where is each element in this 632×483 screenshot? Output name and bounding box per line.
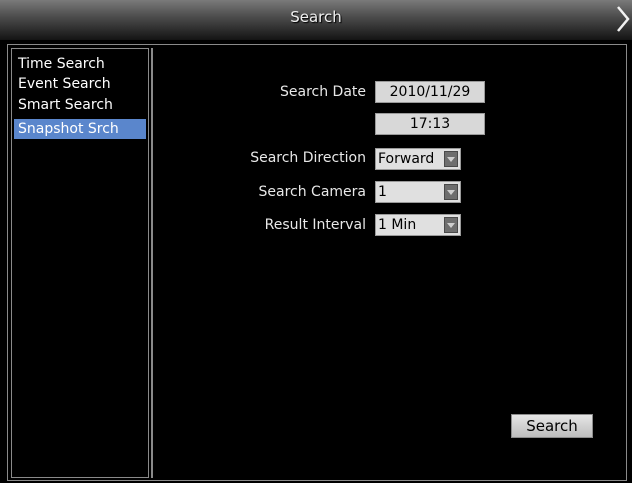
dropdown-arrow-icon[interactable] <box>444 151 458 167</box>
close-icon[interactable] <box>612 4 632 34</box>
search-type-list: Time Search Event Search Smart Search Sn… <box>11 48 149 478</box>
window-title: Search <box>290 8 342 26</box>
search-dialog: Search Time Search Event Search Smart Se… <box>0 0 632 483</box>
dropdown-arrow-icon[interactable] <box>444 184 458 200</box>
search-date-field[interactable]: 2010/11/29 <box>375 81 485 103</box>
result-interval-label: Result Interval <box>264 217 366 233</box>
menu-item-event-search[interactable]: Event Search <box>14 74 146 94</box>
panel-divider <box>151 48 153 478</box>
search-camera-label: Search Camera <box>258 184 367 200</box>
search-direction-value: Forward <box>378 151 435 167</box>
result-interval-value: 1 Min <box>378 217 417 233</box>
search-direction-label: Search Direction <box>250 150 366 166</box>
search-camera-select[interactable]: 1 <box>375 181 461 203</box>
search-button[interactable]: Search <box>511 414 593 438</box>
search-camera-value: 1 <box>378 184 387 200</box>
menu-item-smart-search[interactable]: Smart Search <box>14 95 146 115</box>
dropdown-arrow-icon[interactable] <box>444 217 458 233</box>
search-time-field[interactable]: 17:13 <box>375 113 485 135</box>
search-date-label: Search Date <box>279 84 366 100</box>
result-interval-select[interactable]: 1 Min <box>375 214 461 236</box>
menu-item-snapshot-search[interactable]: Snapshot Srch <box>14 119 146 139</box>
search-direction-select[interactable]: Forward <box>375 148 461 170</box>
title-bar: Search <box>0 0 632 41</box>
menu-item-time-search[interactable]: Time Search <box>14 54 146 74</box>
